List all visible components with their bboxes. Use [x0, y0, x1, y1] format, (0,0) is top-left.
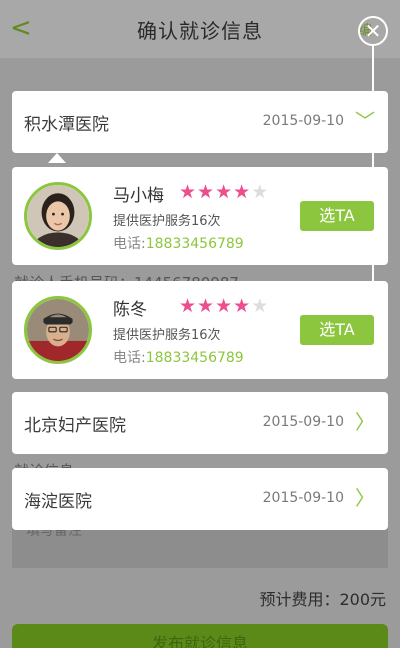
- hospital-name: 海淀医院: [24, 492, 92, 512]
- star-icon: ★: [197, 181, 216, 203]
- star-icon: ★: [197, 295, 216, 317]
- female-doctor-avatar-icon: [24, 182, 92, 250]
- close-icon[interactable]: ✕: [358, 16, 388, 46]
- estimated-cost: 预计费用：200元: [259, 590, 386, 609]
- doctor-phone: 电话:18833456789: [113, 347, 244, 367]
- hospital-date: 2015-09-10: [262, 490, 344, 506]
- star-icon: ★: [233, 295, 252, 317]
- doctor-name: 陈冬: [113, 300, 147, 320]
- phone-label: 电话:: [113, 236, 146, 252]
- doctor-name: 马小梅: [113, 186, 164, 206]
- dropdown-pointer: [48, 153, 66, 163]
- doctor-phone: 电话:18833456789: [113, 233, 244, 253]
- star-icon: ★: [215, 181, 234, 203]
- hospital-date: 2015-09-10: [262, 414, 344, 430]
- doctor-card-chen-dong: 陈冬 ★★★★★ 提供医护服务16次 电话:18833456789 选TA: [12, 281, 388, 379]
- star-empty-icon: ★: [251, 295, 270, 317]
- service-count: 提供医护服务16次: [113, 328, 221, 343]
- hospital-item-jishuitan[interactable]: 积水潭医院 2015-09-10 ﹀: [12, 91, 388, 153]
- phone-number[interactable]: 18833456789: [146, 350, 244, 366]
- chevron-down-icon: ﹀: [355, 109, 375, 133]
- star-rating: ★★★★★: [179, 181, 269, 203]
- hospital-item-haidian[interactable]: 海淀医院 2015-09-10 〉: [12, 468, 388, 530]
- top-bar: < 确认就诊信息 编: [0, 0, 400, 58]
- hospital-item-beijing-maternity[interactable]: 北京妇产医院 2015-09-10 〉: [12, 392, 388, 454]
- star-icon: ★: [215, 295, 234, 317]
- hospital-date: 2015-09-10: [262, 113, 344, 129]
- submit-button[interactable]: 发布就诊信息: [12, 624, 388, 648]
- phone-number[interactable]: 18833456789: [146, 236, 244, 252]
- star-icon: ★: [233, 181, 252, 203]
- doctor-card-ma-xiaomei: 马小梅 ★★★★★ 提供医护服务16次 电话:18833456789 选TA: [12, 167, 388, 265]
- star-empty-icon: ★: [251, 181, 270, 203]
- star-rating: ★★★★★: [179, 295, 269, 317]
- chevron-right-icon: 〉: [355, 410, 375, 434]
- hospital-name: 北京妇产医院: [24, 416, 126, 436]
- phone-label: 电话:: [113, 350, 146, 366]
- select-doctor-button[interactable]: 选TA: [300, 315, 374, 345]
- service-count: 提供医护服务16次: [113, 214, 221, 229]
- star-icon: ★: [179, 181, 198, 203]
- hospital-name: 积水潭医院: [24, 115, 109, 135]
- select-doctor-button[interactable]: 选TA: [300, 201, 374, 231]
- page-title: 确认就诊信息: [137, 19, 263, 43]
- male-doctor-avatar-icon: [24, 296, 92, 364]
- star-icon: ★: [179, 295, 198, 317]
- chevron-right-icon: 〉: [355, 486, 375, 510]
